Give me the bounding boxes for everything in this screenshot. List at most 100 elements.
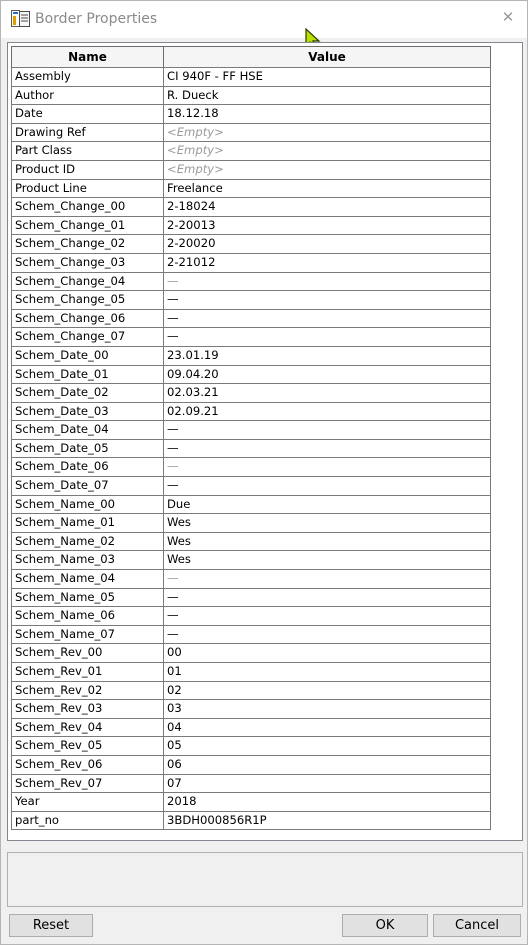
property-name-cell[interactable]: Schem_Rev_01 [11, 662, 164, 682]
table-row[interactable]: Schem_Change_05— [11, 290, 491, 310]
property-value-cell[interactable]: — [163, 438, 491, 459]
property-value-cell[interactable]: CI 940F - FF HSE [163, 67, 491, 87]
property-value-cell[interactable]: 03 [163, 699, 491, 719]
property-value-cell[interactable]: 07 [163, 773, 491, 794]
property-value-cell[interactable]: — [163, 457, 491, 478]
property-value-cell[interactable]: — [163, 308, 491, 329]
cancel-button[interactable]: Cancel [433, 914, 521, 937]
property-value-cell[interactable]: — [163, 569, 491, 589]
property-name-cell[interactable]: Schem_Rev_04 [11, 717, 164, 738]
table-row[interactable]: Schem_Date_02 02.03.21 [11, 383, 491, 403]
property-name-cell[interactable]: Schem_Rev_03 [11, 699, 164, 719]
property-name-cell[interactable]: part_no [11, 810, 164, 831]
table-row[interactable]: Schem_Rev_04 04 [11, 717, 491, 738]
table-row[interactable]: Schem_Change_06— [11, 308, 491, 329]
table-row[interactable]: Schem_Name_01 Wes [11, 513, 491, 533]
property-name-cell[interactable]: Schem_Date_03 [11, 401, 164, 422]
table-row[interactable]: Date 18.12.18 [11, 104, 491, 124]
property-value-cell[interactable]: 2-21012 [163, 252, 491, 273]
property-name-cell[interactable]: Schem_Change_04 [11, 271, 164, 292]
table-row[interactable]: Assembly CI 940F - FF HSE [11, 67, 491, 87]
table-row[interactable]: part_no 3BDH000856R1P [11, 810, 491, 831]
table-row[interactable]: Schem_Date_00 23.01.19 [11, 345, 491, 366]
table-row[interactable]: Schem_Name_06— [11, 606, 491, 626]
table-row[interactable]: Schem_Rev_01 01 [11, 662, 491, 682]
property-name-cell[interactable]: Schem_Rev_00 [11, 643, 164, 663]
property-name-cell[interactable]: Date [11, 104, 164, 124]
property-name-cell[interactable]: Assembly [11, 67, 164, 87]
property-value-cell[interactable]: — [163, 327, 491, 347]
property-name-cell[interactable]: Schem_Date_02 [11, 383, 164, 403]
close-button[interactable]: ✕ [497, 7, 519, 29]
column-header-name[interactable]: Name [11, 46, 164, 68]
property-name-cell[interactable]: Schem_Name_00 [11, 494, 164, 515]
property-name-cell[interactable]: Schem_Date_07 [11, 476, 164, 496]
property-name-cell[interactable]: Schem_Rev_02 [11, 680, 164, 701]
table-row[interactable]: Product Line Freelance [11, 178, 491, 199]
property-value-cell[interactable]: Wes [163, 550, 491, 571]
property-value-cell[interactable]: <Empty> [163, 141, 491, 161]
table-row[interactable]: Schem_Change_01 2-20013 [11, 215, 491, 236]
table-row[interactable]: Author R. Dueck [11, 85, 491, 106]
property-value-cell[interactable]: Wes [163, 531, 491, 552]
property-value-cell[interactable]: 02 [163, 680, 491, 701]
property-value-cell[interactable]: — [163, 624, 491, 645]
property-value-cell[interactable]: 23.01.19 [163, 345, 491, 366]
table-row[interactable]: Schem_Rev_00 00 [11, 643, 491, 663]
table-row[interactable]: Part Class <Empty> [11, 141, 491, 161]
property-name-cell[interactable]: Schem_Change_02 [11, 234, 164, 254]
table-row[interactable]: Schem_Change_00 2-18024 [11, 197, 491, 217]
property-name-cell[interactable]: Schem_Change_03 [11, 252, 164, 273]
table-row[interactable]: Schem_Change_07— [11, 327, 491, 347]
table-row[interactable]: Schem_Rev_05 05 [11, 736, 491, 756]
property-value-cell[interactable]: R. Dueck [163, 85, 491, 106]
property-value-cell[interactable]: 01 [163, 662, 491, 682]
property-name-cell[interactable]: Schem_Name_02 [11, 531, 164, 552]
table-row[interactable]: Schem_Name_00 Due [11, 494, 491, 515]
property-value-cell[interactable]: 00 [163, 643, 491, 663]
property-name-cell[interactable]: Product ID [11, 159, 164, 180]
table-row[interactable]: Schem_Date_06— [11, 457, 491, 478]
property-name-cell[interactable]: Product Line [11, 178, 164, 199]
property-name-cell[interactable]: Schem_Change_05 [11, 290, 164, 310]
table-row[interactable]: Schem_Rev_03 03 [11, 699, 491, 719]
table-row[interactable]: Product ID <Empty> [11, 159, 491, 180]
property-value-cell[interactable]: 04 [163, 717, 491, 738]
property-value-cell[interactable]: — [163, 420, 491, 440]
property-name-cell[interactable]: Schem_Change_01 [11, 215, 164, 236]
property-value-cell[interactable]: — [163, 606, 491, 626]
table-row[interactable]: Schem_Date_07— [11, 476, 491, 496]
property-name-cell[interactable]: Author [11, 85, 164, 106]
property-name-cell[interactable]: Schem_Rev_07 [11, 773, 164, 794]
property-value-cell[interactable]: 2-20013 [163, 215, 491, 236]
property-value-cell[interactable]: 02.03.21 [163, 383, 491, 403]
table-row[interactable]: Schem_Name_07— [11, 624, 491, 645]
table-row[interactable]: Schem_Rev_07 07 [11, 773, 491, 794]
property-value-cell[interactable]: 2-20020 [163, 234, 491, 254]
table-row[interactable]: Schem_Change_02 2-20020 [11, 234, 491, 254]
property-name-cell[interactable]: Drawing Ref [11, 122, 164, 143]
table-row[interactable]: Schem_Name_04— [11, 569, 491, 589]
property-name-cell[interactable]: Year [11, 792, 164, 812]
property-value-cell[interactable]: — [163, 476, 491, 496]
property-value-cell[interactable]: 09.04.20 [163, 364, 491, 385]
table-row[interactable]: Schem_Date_01 09.04.20 [11, 364, 491, 385]
property-name-cell[interactable]: Schem_Name_07 [11, 624, 164, 645]
property-value-cell[interactable]: 2018 [163, 792, 491, 812]
property-name-cell[interactable]: Schem_Date_04 [11, 420, 164, 440]
property-value-cell[interactable]: 3BDH000856R1P [163, 810, 491, 831]
ok-button[interactable]: OK [342, 914, 428, 937]
property-value-cell[interactable]: — [163, 290, 491, 310]
table-row[interactable]: Schem_Name_05— [11, 587, 491, 608]
property-value-cell[interactable]: 2-18024 [163, 197, 491, 217]
property-name-cell[interactable]: Schem_Change_06 [11, 308, 164, 329]
property-name-cell[interactable]: Schem_Date_00 [11, 345, 164, 366]
property-name-cell[interactable]: Schem_Name_01 [11, 513, 164, 533]
property-value-cell[interactable]: 18.12.18 [163, 104, 491, 124]
property-value-cell[interactable]: — [163, 587, 491, 608]
property-name-cell[interactable]: Part Class [11, 141, 164, 161]
property-name-cell[interactable]: Schem_Date_06 [11, 457, 164, 478]
property-value-cell[interactable]: — [163, 271, 491, 292]
property-name-cell[interactable]: Schem_Name_03 [11, 550, 164, 571]
table-row[interactable]: Drawing Ref <Empty> [11, 122, 491, 143]
